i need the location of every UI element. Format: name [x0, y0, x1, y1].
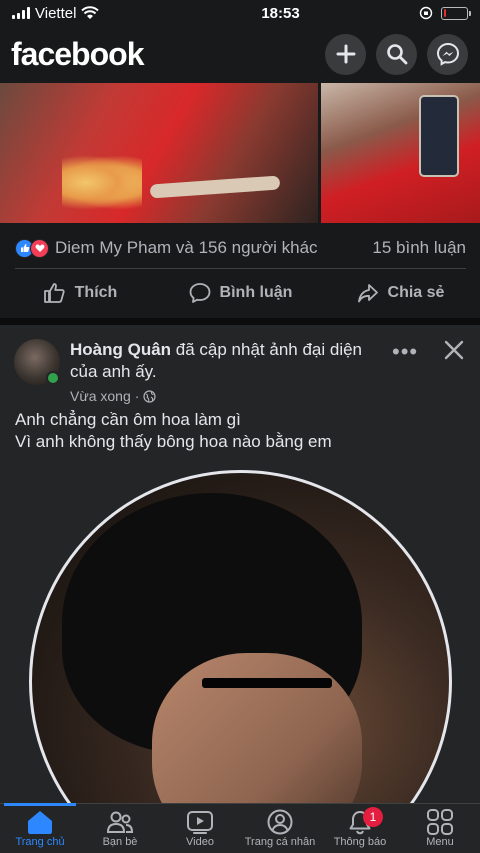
close-icon[interactable]: [443, 339, 465, 361]
share-label: Chia sẻ: [387, 284, 445, 301]
previous-post-photos[interactable]: [0, 83, 480, 223]
menu-icon: [425, 808, 455, 836]
like-label: Thích: [74, 284, 118, 301]
tab-home[interactable]: Trang chủ: [0, 803, 80, 853]
comment-icon: [189, 283, 210, 303]
post-header: Hoàng Quân đã cập nhật ảnh đại diện của …: [70, 339, 380, 383]
phone-in-hand: [149, 175, 281, 199]
tab-notifications[interactable]: 1 Thông báo: [320, 804, 400, 853]
battery-icon: [441, 6, 471, 20]
reactions-count[interactable]: Diem My Pham và 156 người khác: [55, 238, 372, 258]
thumbs-up-icon: [43, 283, 65, 303]
phone-screen: [419, 95, 459, 177]
carrier-name: Viettel: [35, 4, 77, 22]
facebook-logo[interactable]: facebook: [11, 36, 315, 73]
search-button[interactable]: [376, 33, 417, 75]
wifi-icon: [81, 6, 100, 19]
profile-icon: [265, 808, 295, 836]
profile-picture[interactable]: [29, 470, 452, 853]
post-time[interactable]: Vừa xong: [70, 388, 131, 404]
post-meta: Vừa xong ·: [70, 388, 157, 404]
share-icon: [357, 284, 378, 303]
notification-badge: 1: [363, 807, 383, 827]
tab-profile-label: Trang cá nhân: [244, 836, 316, 848]
more-options-button[interactable]: •••: [392, 339, 418, 365]
tab-menu[interactable]: Menu: [400, 804, 480, 853]
post-text-line-2: Vì anh không thấy bông hoa nào bằng em: [15, 432, 332, 451]
feed-post: Hoàng Quân đã cập nhật ảnh đại diện của …: [0, 325, 480, 853]
tab-friends[interactable]: Bạn bè: [80, 804, 160, 853]
tab-friends-label: Bạn bè: [102, 836, 138, 848]
video-icon: [185, 808, 215, 836]
status-left: Viettel: [12, 5, 182, 22]
like-button[interactable]: Thích: [0, 281, 160, 305]
post-text: Anh chẳng cần ôm hoa làm gì Vì anh không…: [15, 409, 465, 453]
globe-icon: [143, 389, 157, 403]
tab-home-label: Trang chủ: [15, 836, 65, 848]
reactions-divider: [15, 268, 466, 269]
tab-notifications-label: Thông báo: [333, 836, 387, 848]
tab-video-label: Video: [186, 836, 214, 848]
comments-count[interactable]: 15 bình luận: [372, 238, 466, 258]
tab-video[interactable]: Video: [160, 804, 240, 853]
messenger-icon: [436, 42, 459, 66]
tab-profile[interactable]: Trang cá nhân: [240, 804, 320, 853]
share-button[interactable]: Chia sẻ: [320, 281, 480, 305]
post-photo-2[interactable]: [321, 83, 480, 223]
comment-label: Bình luận: [219, 284, 293, 301]
friends-icon: [105, 808, 135, 836]
search-icon: [386, 44, 407, 65]
signal-icon: [12, 7, 30, 19]
reaction-icons: [15, 238, 49, 258]
bell-icon: 1: [345, 807, 383, 836]
orientation-lock-icon: [419, 6, 433, 20]
feed-separator: [0, 318, 480, 325]
author-name[interactable]: Hoàng Quân: [70, 340, 171, 359]
app-header: facebook: [0, 26, 480, 82]
post-actions: Thích Bình luận Chia sẻ: [0, 272, 480, 314]
online-status-icon: [46, 371, 60, 385]
status-time: 18:53: [261, 4, 300, 22]
messenger-button[interactable]: [427, 33, 468, 75]
tab-menu-label: Menu: [426, 836, 454, 848]
post-photo-1[interactable]: [0, 83, 318, 223]
home-icon: [25, 808, 55, 836]
status-right: [419, 6, 471, 20]
bottom-tab-bar: Trang chủ Bạn bè Video Trang cá nhân 1 T…: [0, 803, 480, 853]
reactions-row[interactable]: Diem My Pham và 156 người khác 15 bình l…: [15, 233, 466, 263]
post-text-line-1: Anh chẳng cần ôm hoa làm gì: [15, 410, 241, 429]
photo-glasses: [202, 678, 332, 688]
create-button[interactable]: [325, 33, 366, 75]
plus-icon: [336, 44, 355, 64]
meta-separator: ·: [134, 388, 140, 404]
status-bar: Viettel 18:53: [0, 0, 480, 26]
love-reaction-icon: [30, 238, 49, 258]
comment-button[interactable]: Bình luận: [160, 281, 320, 305]
butterfly-print: [62, 155, 142, 210]
